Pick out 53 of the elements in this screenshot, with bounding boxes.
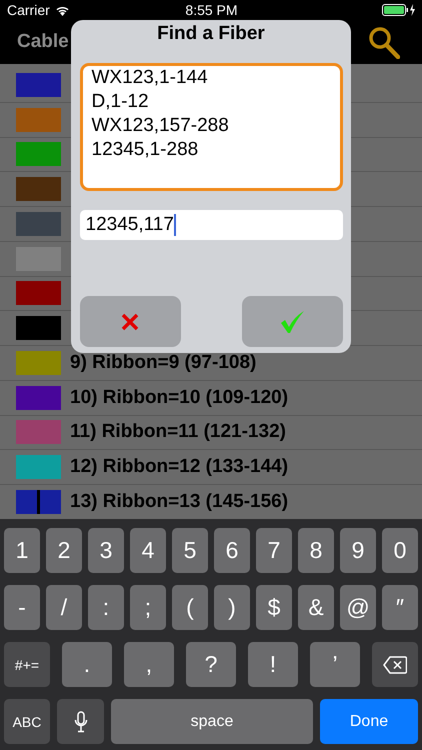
keyboard-key[interactable]: ( [172,585,208,630]
mode-key[interactable]: #+= [4,642,50,687]
keyboard-key[interactable]: 9 [340,528,376,573]
ribbon-label[interactable]: 13) Ribbon=13 (145-156) [70,490,288,513]
dictation-key[interactable] [57,699,104,744]
keyboard-key[interactable]: 0 [382,528,418,573]
keyboard-key[interactable]: @ [340,585,376,630]
delete-key[interactable] [372,642,418,687]
microphone-icon [74,710,88,732]
ribbon-label[interactable]: 9) Ribbon=9 (97-108) [70,352,256,374]
keyboard-key[interactable]: , [124,642,174,687]
status-time: 8:55 PM [185,2,238,18]
wifi-icon [54,4,70,16]
checkmark-icon [279,310,305,334]
keyboard-key[interactable]: 4 [130,528,166,573]
history-line: 12345,1-288 [92,138,200,162]
keyboard-key[interactable]: ’ [310,642,360,687]
keyboard-key[interactable]: . [62,642,112,687]
keyboard-key[interactable]: 1 [4,528,40,573]
ribbon-label[interactable]: 10) Ribbon=10 (109-120) [70,386,288,409]
keyboard-key[interactable]: $ [256,585,292,630]
dialog-title: Find a Fiber [157,23,265,46]
search-input-field[interactable]: 12345,117 [80,210,342,240]
history-line: WX123,157-288 [92,114,230,138]
backspace-icon [383,656,407,674]
keyboard-key[interactable]: ) [214,585,250,630]
keyboard-key[interactable]: ; [130,585,166,630]
space-key[interactable]: space [111,699,313,744]
history-text-area[interactable]: WX123,1-144 D,1-12 WX123,157-288 12345,1-288 [80,63,342,191]
keyboard-key[interactable]: & [298,585,334,630]
keyboard-key[interactable]: 2 [46,528,82,573]
keyboard-key[interactable]: - [4,585,40,630]
ribbon-label[interactable]: 11) Ribbon=11 (121-132) [70,421,286,444]
keyboard-key[interactable]: : [88,585,124,630]
keyboard-key[interactable]: 5 [172,528,208,573]
search-icon[interactable] [368,26,400,58]
carrier-label: Carrier [7,2,50,18]
keyboard-key[interactable]: ? [186,642,236,687]
mode-key[interactable]: ABC [4,699,50,744]
screen-title: Cable [17,31,69,53]
cross-icon [121,312,139,330]
battery-icon [382,4,416,16]
keyboard-key[interactable]: 8 [298,528,334,573]
ribbon-label[interactable]: 12) Ribbon=12 (133-144) [70,456,288,478]
history-line: D,1-12 [92,90,150,114]
keyboard-key[interactable]: ! [248,642,298,687]
keyboard-key[interactable]: 3 [88,528,124,573]
done-key[interactable]: Done [320,699,418,744]
history-line: WX123,1-144 [92,66,209,90]
keyboard-key[interactable]: ″ [382,585,418,630]
keyboard-key[interactable]: 6 [214,528,250,573]
keyboard-key[interactable]: / [46,585,82,630]
keyboard-key[interactable]: 7 [256,528,292,573]
